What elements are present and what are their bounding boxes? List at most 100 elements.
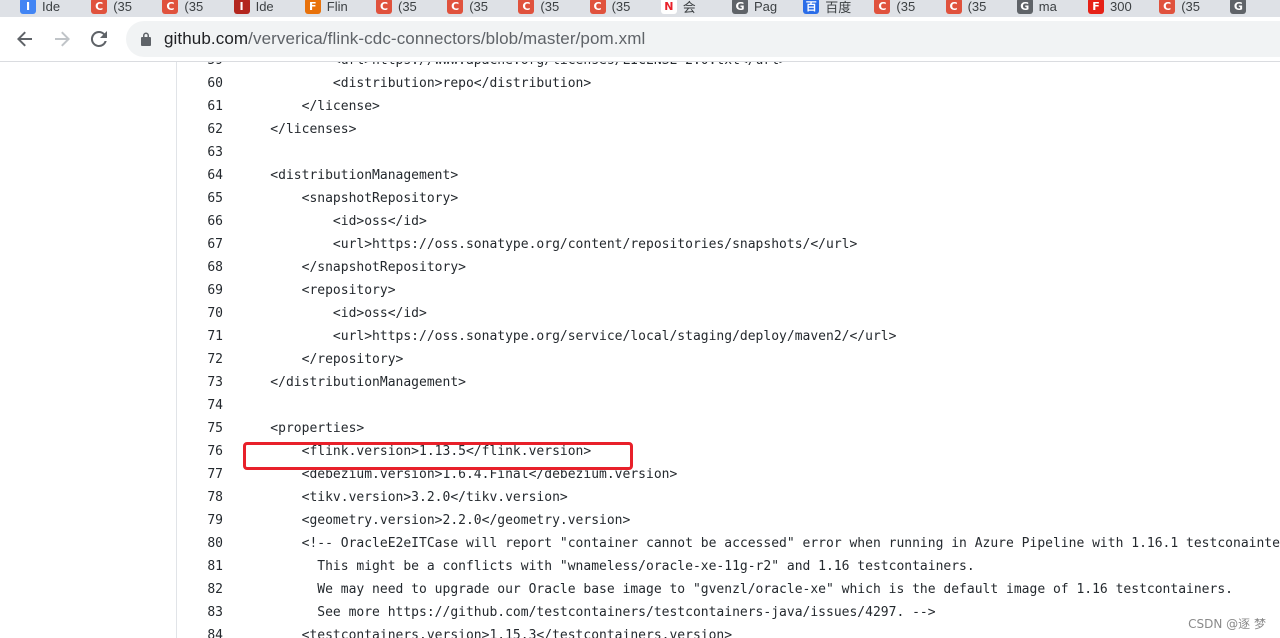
bookmark-item[interactable]: C (35 xyxy=(589,0,631,17)
bookmark-label: Pag xyxy=(754,0,778,14)
line-number[interactable]: 69 xyxy=(177,279,223,302)
code-line: 81 This might be a conflicts with "wname… xyxy=(177,555,1280,578)
code-line: 68 </snapshotRepository> xyxy=(177,256,1280,279)
bookmark-item[interactable]: C (35 xyxy=(91,0,132,17)
bookmark-favicon-icon: C xyxy=(91,0,108,14)
line-number[interactable]: 78 xyxy=(177,486,223,509)
bookmark-favicon-icon: G xyxy=(1016,0,1033,14)
bookmark-item[interactable]: G Pag xyxy=(732,0,777,17)
code-line: 61 </license> xyxy=(177,95,1280,118)
line-number[interactable]: 84 xyxy=(177,624,223,638)
bookmark-label: (35 xyxy=(184,0,204,14)
code-line: 74 xyxy=(177,394,1280,417)
code-line: 80 <!-- OracleE2eITCase will report "con… xyxy=(177,532,1280,555)
bookmark-label: Flin xyxy=(326,0,348,14)
bookmark-item[interactable]: C (35 xyxy=(874,0,915,17)
code-line: 64 <distributionManagement> xyxy=(177,164,1280,187)
code-line: 69 <repository> xyxy=(177,279,1280,302)
code-text: </distributionManagement> xyxy=(239,375,466,390)
code-text: We may need to upgrade our Oracle base i… xyxy=(239,582,1233,597)
bookmark-item[interactable]: C (35 xyxy=(376,0,417,17)
line-number[interactable]: 75 xyxy=(177,417,223,440)
line-number[interactable]: 80 xyxy=(177,532,223,555)
url-text[interactable]: github.com/ververica/flink-cdc-connector… xyxy=(164,29,645,49)
code-text: <!-- OracleE2eITCase will report "contai… xyxy=(239,536,1280,551)
bookmark-favicon-icon: C xyxy=(1159,0,1176,14)
bookmark-label: (35 xyxy=(398,0,417,14)
bookmark-item[interactable]: Gma xyxy=(1016,0,1057,17)
line-number[interactable]: 79 xyxy=(177,509,223,532)
line-number[interactable]: 81 xyxy=(177,555,223,578)
address-bar[interactable]: github.com/ververica/flink-cdc-connector… xyxy=(126,21,1280,57)
bookmark-favicon-icon: C xyxy=(447,0,464,14)
browser-toolbar: github.com/ververica/flink-cdc-connector… xyxy=(0,17,1280,62)
bookmark-item[interactable]: C (35 xyxy=(518,0,559,17)
line-number[interactable]: 67 xyxy=(177,233,223,256)
code-text: </repository> xyxy=(239,352,404,367)
line-number[interactable]: 73 xyxy=(177,371,223,394)
bookmark-label: (35 xyxy=(1181,0,1200,14)
code-line: 79 <geometry.version>2.2.0</geometry.ver… xyxy=(177,509,1280,532)
line-number[interactable]: 72 xyxy=(177,348,223,371)
highlight-box xyxy=(243,442,633,470)
url-host: github.com xyxy=(164,29,249,48)
code-text: This might be a conflicts with "wnameles… xyxy=(239,559,975,574)
line-number[interactable]: 59 xyxy=(177,62,223,72)
code-text: <repository> xyxy=(239,283,396,298)
bookmark-item[interactable]: I Ide xyxy=(233,0,274,17)
bookmark-item[interactable]: I Ide xyxy=(20,0,60,17)
line-number[interactable]: 65 xyxy=(177,187,223,210)
line-number[interactable]: 71 xyxy=(177,325,223,348)
code-text: <distribution>repo</distribution> xyxy=(239,76,592,91)
line-number[interactable]: 63 xyxy=(177,141,223,164)
line-number[interactable]: 64 xyxy=(177,164,223,187)
forward-button[interactable] xyxy=(48,25,76,53)
code-text: </snapshotRepository> xyxy=(239,260,466,275)
bookmark-label: 300 xyxy=(1110,0,1132,14)
code-line: 75 <properties> xyxy=(177,417,1280,440)
back-button[interactable] xyxy=(11,25,39,53)
code-line: 84 <testcontainers.version>1.15.3</testc… xyxy=(177,624,1280,638)
line-number[interactable]: 68 xyxy=(177,256,223,279)
bookmark-label: Ide xyxy=(42,0,61,14)
code-line: 83 See more https://github.com/testconta… xyxy=(177,601,1280,624)
line-number[interactable]: 82 xyxy=(177,578,223,601)
code-text: <distributionManagement> xyxy=(239,168,459,183)
bookmark-item[interactable]: G xyxy=(1230,0,1252,17)
bookmark-item[interactable]: C (35 xyxy=(447,0,488,17)
line-number[interactable]: 70 xyxy=(177,302,223,325)
line-number[interactable]: 76 xyxy=(177,440,223,463)
bookmark-favicon-icon: C xyxy=(874,0,891,14)
code-text: <id>oss</id> xyxy=(239,306,427,321)
bookmark-item[interactable]: C (35 xyxy=(162,0,203,17)
bookmark-label: Ide xyxy=(255,0,274,14)
code-line: 66 <id>oss</id> xyxy=(177,210,1280,233)
bookmark-item[interactable]: C (35 xyxy=(945,0,986,17)
code-text: <testcontainers.version>1.15.3</testcont… xyxy=(239,628,733,638)
bookmark-item[interactable]: C (35 xyxy=(1159,0,1200,17)
line-number[interactable]: 62 xyxy=(177,118,223,141)
bookmark-favicon-icon: C xyxy=(518,0,535,14)
line-number[interactable]: 77 xyxy=(177,463,223,486)
code-text: <tikv.version>3.2.0</tikv.version> xyxy=(239,490,568,505)
bookmark-label: (35 xyxy=(611,0,631,14)
code-line: 60 <distribution>repo</distribution> xyxy=(177,72,1280,95)
bookmark-item[interactable]: F Flin xyxy=(304,0,348,17)
reload-button[interactable] xyxy=(85,25,113,53)
line-number[interactable]: 66 xyxy=(177,210,223,233)
bookmark-label: (35 xyxy=(896,0,916,14)
code-text: <url>https://www.apache.org/licenses/LIC… xyxy=(239,62,787,72)
line-number[interactable]: 61 xyxy=(177,95,223,118)
line-number[interactable]: 74 xyxy=(177,394,223,417)
code-text: <url>https://oss.sonatype.org/content/re… xyxy=(239,237,858,252)
bookmark-item[interactable]: N会 xyxy=(660,0,696,17)
code-line: 59 <url>https://www.apache.org/licenses/… xyxy=(177,62,1280,72)
bookmark-item[interactable]: 百百度 xyxy=(803,0,851,17)
line-number[interactable]: 60 xyxy=(177,72,223,95)
lock-icon[interactable] xyxy=(140,32,152,46)
bookmark-item[interactable]: F 300 xyxy=(1088,0,1132,17)
code-line: 78 <tikv.version>3.2.0</tikv.version> xyxy=(177,486,1280,509)
arrow-right-icon xyxy=(55,31,70,47)
line-number[interactable]: 83 xyxy=(177,601,223,624)
code-line: 70 <id>oss</id> xyxy=(177,302,1280,325)
